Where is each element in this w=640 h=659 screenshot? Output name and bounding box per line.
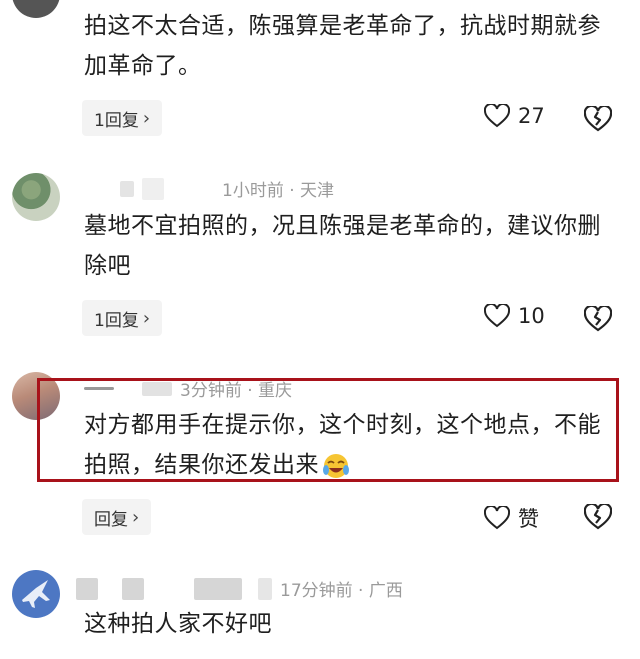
comment-meta: 1小时前 · 天津 (84, 176, 334, 201)
reply-button[interactable]: 1回复 › (82, 300, 163, 336)
time-location: 17分钟前 · 广西 (280, 581, 403, 601)
reply-label: 回复 (94, 509, 128, 530)
like-button[interactable]: 10 (484, 304, 545, 328)
reply-label: 1回复 (94, 310, 139, 331)
broken-heart-icon[interactable] (584, 106, 612, 132)
chevron-right-icon: › (132, 506, 140, 528)
reply-button[interactable]: 回复 › (82, 499, 152, 535)
reply-label: 1回复 (94, 110, 139, 131)
like-count: 赞 (518, 507, 539, 531)
broken-heart-icon[interactable] (584, 306, 612, 332)
comment-meta: 17分钟前 · 广西 (76, 576, 403, 601)
avatar[interactable] (12, 0, 60, 18)
heart-icon (484, 304, 510, 328)
redacted-username (120, 180, 134, 197)
redacted-username (258, 577, 272, 600)
jet-icon (22, 580, 50, 608)
redacted-username (194, 577, 242, 600)
redacted-username (142, 177, 164, 200)
reply-button[interactable]: 1回复 › (82, 100, 163, 136)
highlight-box (37, 378, 619, 482)
avatar[interactable] (12, 173, 60, 221)
redacted-username (122, 577, 144, 600)
chevron-right-icon: › (142, 307, 151, 329)
redacted-username (76, 577, 98, 600)
like-button[interactable]: 赞 (484, 503, 539, 533)
time-location: 1小时前 · 天津 (222, 181, 335, 201)
comment-text: 墓地不宜拍照的，况且陈强是老革命的，建议你删除吧 (84, 213, 601, 279)
broken-heart-icon[interactable] (584, 504, 612, 530)
comment-text: 拍这不太合适，陈强算是老革命了，抗战时期就参加革命了。 (84, 13, 601, 79)
avatar[interactable] (12, 570, 60, 618)
like-button[interactable]: 27 (484, 104, 545, 128)
heart-icon (484, 104, 510, 128)
chevron-right-icon: › (142, 107, 151, 129)
comment-text: 这种拍人家不好吧 (84, 611, 272, 637)
heart-icon (484, 506, 510, 530)
like-count: 10 (518, 304, 545, 328)
like-count: 27 (518, 104, 545, 128)
